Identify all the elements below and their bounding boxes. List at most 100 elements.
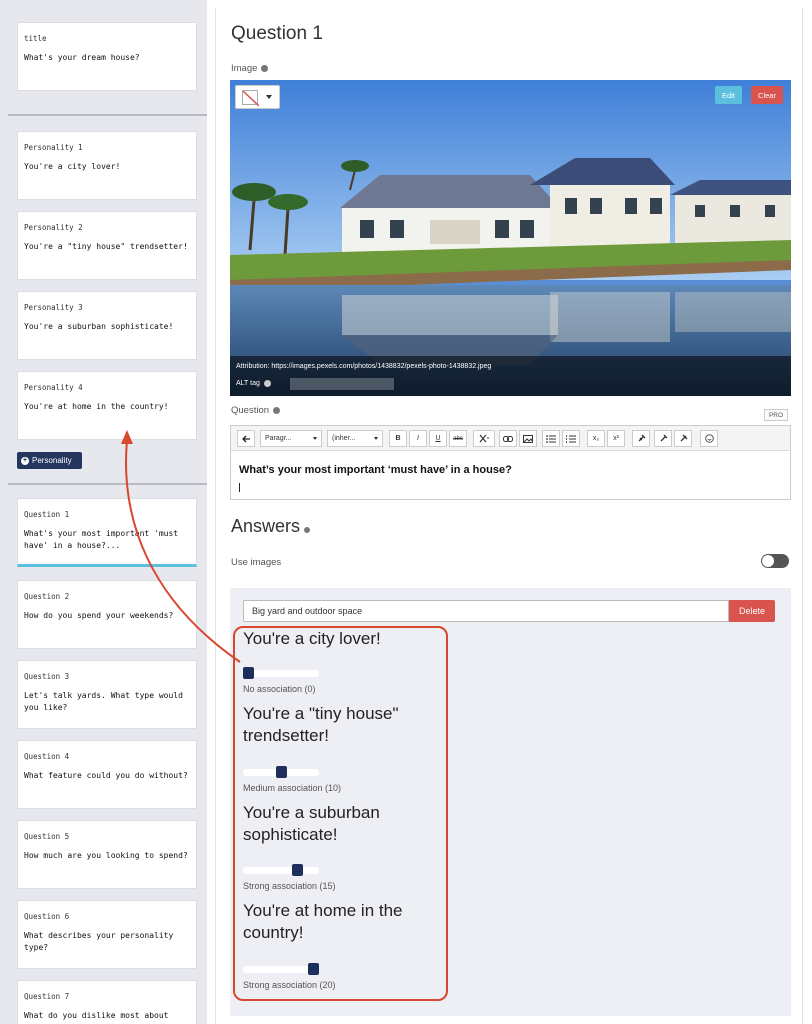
image-label: Image <box>231 63 258 74</box>
card-text: What's your dream house? <box>24 53 140 62</box>
numbered-list-icon <box>566 434 576 443</box>
pro-badge: PRO <box>764 409 788 421</box>
card-text: What feature could you do without? <box>24 771 188 780</box>
card-label: Personality 2 <box>24 223 83 232</box>
house-photo <box>230 80 791 396</box>
card-label: title <box>24 34 47 43</box>
use-images-toggle[interactable] <box>761 554 789 568</box>
image-field-label: Image <box>231 63 269 74</box>
question-card-1[interactable]: Question 1 What's your most important 'm… <box>17 498 197 567</box>
annotation-highlight-box <box>233 626 448 1001</box>
info-icon[interactable] <box>273 407 281 414</box>
card-text: What do you dislike most about <box>24 1011 169 1020</box>
smiley-icon <box>704 434 714 443</box>
card-text: How much are you looking to spend? <box>24 851 188 860</box>
bullet-list-icon <box>546 434 556 443</box>
image-icon <box>523 434 533 443</box>
insert-answer-button[interactable] <box>632 430 650 447</box>
question-text: What’s your most important ‘must have’ i… <box>239 464 512 476</box>
card-text: What describes your personality type? <box>24 931 174 952</box>
image-caption-bar: Attribution: https://images.pexels.com/p… <box>230 356 791 396</box>
undo-button[interactable] <box>237 430 255 447</box>
emoji-button[interactable] <box>700 430 718 447</box>
add-personality-button[interactable]: + Personality <box>17 452 82 469</box>
editor-toolbar: Paragr... (inher... B I U abc x₂ x² <box>231 426 790 451</box>
info-icon[interactable] <box>304 526 311 533</box>
toggle-knob <box>762 555 774 567</box>
card-text: Let's talk yards. What type would you li… <box>24 691 183 712</box>
bold-button[interactable]: B <box>389 430 407 447</box>
bullet-list-button[interactable] <box>542 430 560 447</box>
card-label: Question 5 <box>24 832 70 841</box>
alt-tag-input[interactable] <box>290 378 394 390</box>
font-family-value: (inher... <box>332 435 356 442</box>
plus-icon: + <box>21 456 29 465</box>
clear-image-button[interactable]: Clear <box>751 86 783 104</box>
card-label: Question 4 <box>24 752 70 761</box>
link-icon <box>503 435 513 442</box>
question-rich-text-editor[interactable]: Paragr... (inher... B I U abc x₂ x² What… <box>230 425 791 500</box>
quiz-outline-sidebar: title What's your dream house? Personali… <box>0 0 207 1024</box>
italic-button[interactable]: I <box>409 430 427 447</box>
personality-card-3[interactable]: Personality 3 You're a suburban sophisti… <box>17 291 197 360</box>
clear-format-icon <box>479 434 489 443</box>
paragraph-format-value: Paragr... <box>265 435 292 442</box>
card-text: You're a suburban sophisticate! <box>24 322 174 331</box>
attribution-text: Attribution: https://images.pexels.com/p… <box>236 363 492 370</box>
card-label: Question 2 <box>24 592 70 601</box>
pin-icon <box>680 434 687 442</box>
underline-button[interactable]: U <box>429 430 447 447</box>
answers-heading: Answers <box>231 516 311 537</box>
insert-answer-alt-button[interactable] <box>654 430 672 447</box>
personality-card-4[interactable]: Personality 4 You're at home in the coun… <box>17 371 197 440</box>
alt-tag-label: ALT tag <box>236 380 260 387</box>
clear-format-button[interactable] <box>473 430 495 447</box>
card-label: Question 3 <box>24 672 70 681</box>
page-title: Question 1 <box>231 23 323 44</box>
question-card-3[interactable]: Question 3 Let's talk yards. What type w… <box>17 660 197 729</box>
answer-text-input[interactable] <box>243 600 729 622</box>
superscript-button[interactable]: x² <box>607 430 625 447</box>
delete-answer-button[interactable]: Delete <box>729 600 775 622</box>
card-label: Question 7 <box>24 992 70 1001</box>
info-icon[interactable] <box>263 380 271 387</box>
question-card-2[interactable]: Question 2 How do you spend your weekend… <box>17 580 197 649</box>
pin-icon <box>660 434 667 442</box>
subscript-button[interactable]: x₂ <box>587 430 605 447</box>
card-label: Personality 3 <box>24 303 83 312</box>
pin-icon <box>638 434 645 442</box>
chevron-down-icon <box>266 95 272 99</box>
font-family-select[interactable]: (inher... <box>327 430 383 447</box>
question-image: Edit Clear Attribution: https://images.p… <box>230 80 791 396</box>
question-card-6[interactable]: Question 6 What describes your personali… <box>17 900 197 969</box>
card-label: Question 1 <box>24 510 70 519</box>
image-source-select[interactable] <box>235 85 280 109</box>
section-divider <box>8 483 207 485</box>
strikethrough-button[interactable]: abc <box>449 430 467 447</box>
numbered-list-button[interactable] <box>562 430 580 447</box>
card-label: Personality 4 <box>24 383 83 392</box>
paragraph-format-select[interactable]: Paragr... <box>260 430 322 447</box>
insert-image-button[interactable] <box>519 430 537 447</box>
card-text: What's your most important 'must have' i… <box>24 529 179 550</box>
personality-card-1[interactable]: Personality 1 You're a city lover! <box>17 131 197 200</box>
card-text: How do you spend your weekends? <box>24 611 174 620</box>
add-personality-label: Personality <box>32 456 72 465</box>
edit-image-button[interactable]: Edit <box>715 86 742 104</box>
insert-link-button[interactable] <box>499 430 517 447</box>
question-card-7[interactable]: Question 7 What do you dislike most abou… <box>17 980 197 1024</box>
text-cursor <box>239 483 240 492</box>
personality-card-2[interactable]: Personality 2 You're a "tiny house" tren… <box>17 211 197 280</box>
card-text: You're a city lover! <box>24 162 121 171</box>
question-card-5[interactable]: Question 5 How much are you looking to s… <box>17 820 197 889</box>
card-text: You're at home in the country! <box>24 402 169 411</box>
use-images-label: Use images <box>231 557 282 568</box>
insert-answer-more-button[interactable] <box>674 430 692 447</box>
alt-tag-row: ALT tag <box>236 380 271 387</box>
card-text: You're a "tiny house" trendsetter! <box>24 242 188 251</box>
info-icon[interactable] <box>261 65 269 72</box>
chevron-down-icon <box>313 437 317 440</box>
question-card-4[interactable]: Question 4 What feature could you do wit… <box>17 740 197 809</box>
answers-title: Answers <box>231 516 301 536</box>
title-card[interactable]: title What's your dream house? <box>17 22 197 91</box>
